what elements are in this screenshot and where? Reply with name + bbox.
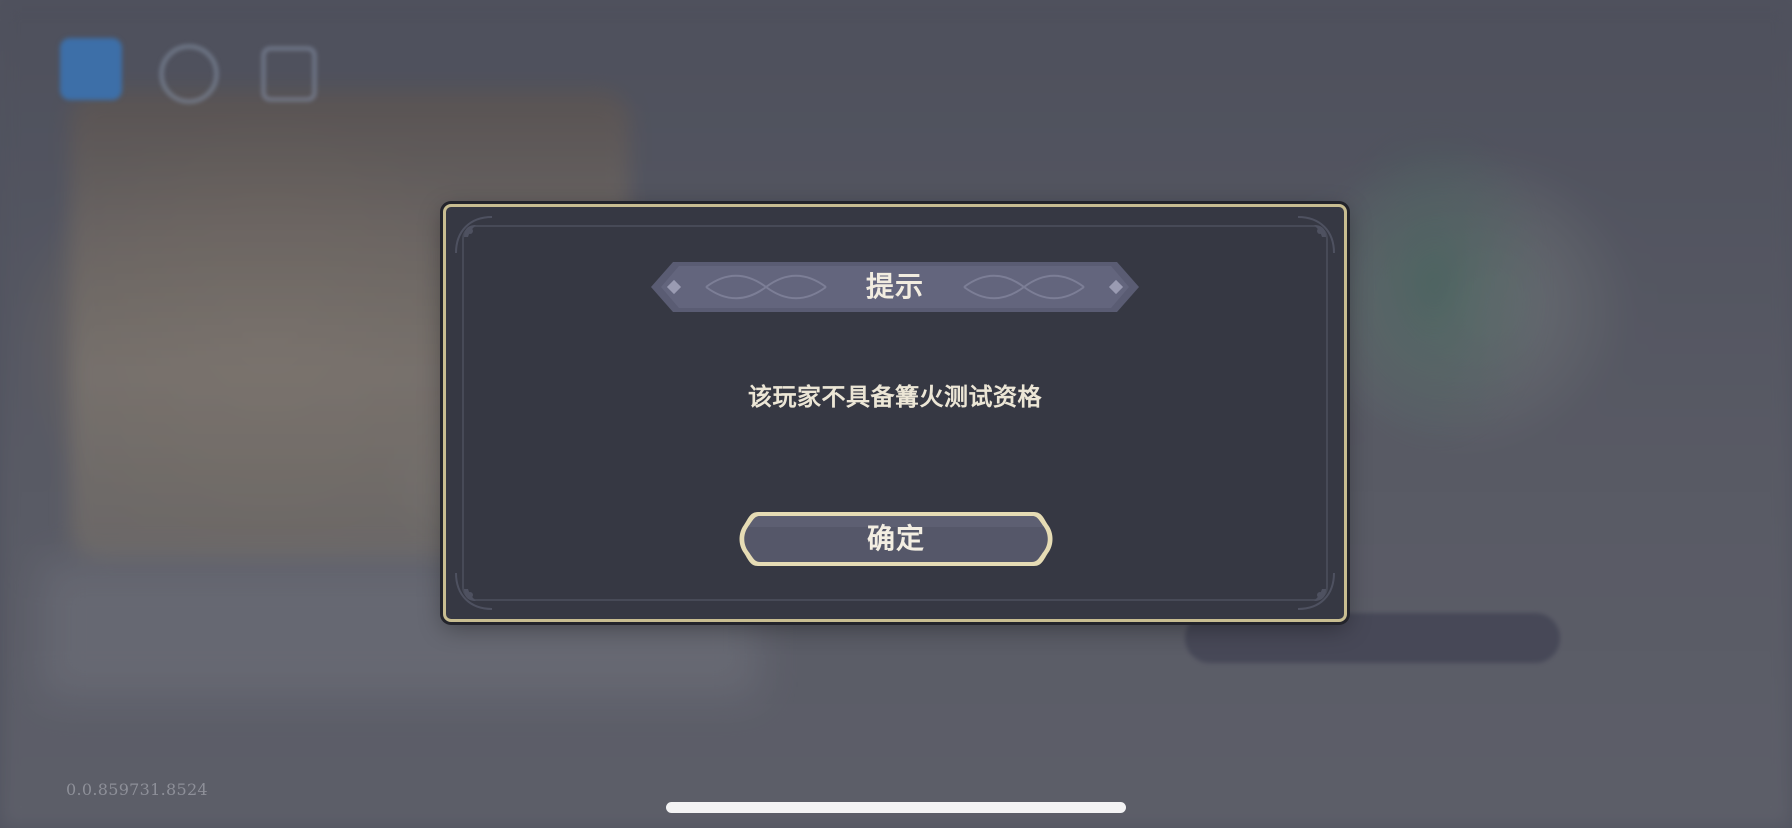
notice-dialog: 提示 该玩家不具备篝火测试资格 确定: [443, 204, 1347, 622]
dialog-title-banner: 提示: [651, 262, 1139, 312]
corner-ornament-icon: [455, 216, 493, 254]
game-screen: 0.0.859731.8524 提示 该玩家不具备篝火测试资格 确定: [0, 0, 1792, 828]
menu-icon: [262, 47, 316, 101]
corner-ornament-icon: [1297, 216, 1335, 254]
home-indicator[interactable]: [666, 802, 1126, 813]
dialog-title: 提示: [865, 270, 924, 303]
corner-ornament-icon: [455, 572, 493, 610]
settings-icon: [160, 45, 218, 103]
corner-ornament-icon: [1297, 572, 1335, 610]
dialog-message: 该玩家不具备篝火测试资格: [748, 382, 1042, 411]
announcement-icon: [60, 38, 122, 100]
confirm-button[interactable]: 确定: [738, 511, 1054, 567]
version-text: 0.0.859731.8524: [66, 780, 208, 799]
confirm-button-label: 确定: [866, 522, 925, 555]
